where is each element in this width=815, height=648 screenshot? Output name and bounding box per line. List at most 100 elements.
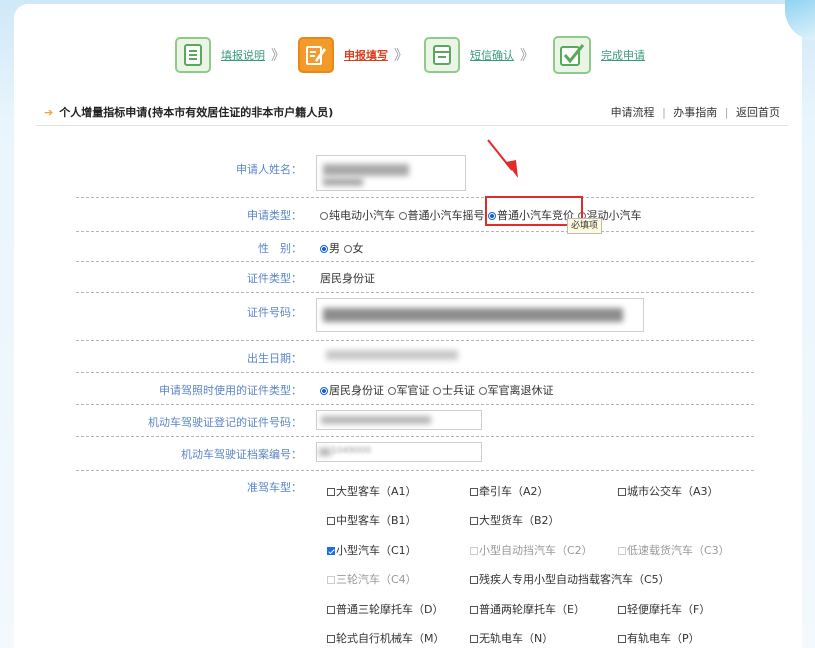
step-arrow: 》 xyxy=(520,48,534,64)
step-instructions[interactable]: 填报说明 》 xyxy=(175,35,285,75)
checkbox-icon xyxy=(327,488,335,496)
checkbox-icon xyxy=(618,606,626,614)
header-links: 申请流程 | 办事指南 | 返回首页 xyxy=(611,104,780,120)
checkbox-icon xyxy=(470,576,478,584)
checkbox-disabled-icon xyxy=(470,547,478,555)
row-application-type: 申请类型： 纯电动小汽车 普通小汽车摇号 普通小汽车竞价 混动小汽车 xyxy=(76,197,754,232)
class-c2: 小型自动挡汽车（C2） xyxy=(470,542,593,558)
field-label: 申请人姓名： xyxy=(236,163,302,176)
class-n[interactable]: 无轨电车（N） xyxy=(470,630,553,646)
step-complete[interactable]: 完成申请 xyxy=(553,35,645,75)
redacted-prefix xyxy=(319,448,331,456)
class-d[interactable]: 普通三轮摩托车（D） xyxy=(327,601,443,617)
row-license-id-type: 申请驾照时使用的证件类型： 居民身份证 军官证 士兵证 军官离退休证 xyxy=(76,372,754,405)
row-license-file-number: 机动车驾驶证档案编号： 1049000 xyxy=(76,436,754,471)
redacted-name xyxy=(323,178,363,186)
checkmark-icon xyxy=(553,36,591,74)
link-guide[interactable]: 办事指南 xyxy=(673,106,717,119)
radio-soldier-card[interactable]: 士兵证 xyxy=(433,384,475,397)
radio-id-card[interactable]: 居民身份证 xyxy=(320,384,384,397)
radio-selected-icon xyxy=(320,387,328,395)
redacted-id-number xyxy=(323,308,623,322)
class-f[interactable]: 轻便摩托车（F） xyxy=(618,601,710,617)
field-label: 出生日期： xyxy=(247,352,302,365)
radio-circle-icon xyxy=(478,387,487,395)
class-a1[interactable]: 大型客车（A1） xyxy=(327,483,417,499)
field-label: 证件号码： xyxy=(247,306,302,319)
field-label: 性 别： xyxy=(258,242,302,255)
radio-retired-officer-card[interactable]: 军官离退休证 xyxy=(478,384,554,397)
class-a2[interactable]: 牵引车（A2） xyxy=(470,483,549,499)
class-c5[interactable]: 残疾人专用小型自动挡载客汽车（C5） xyxy=(470,571,670,587)
step-label: 填报说明 xyxy=(221,49,265,62)
class-c3: 低速载货汽车（C3） xyxy=(618,542,730,558)
field-label: 机动车驾驶证登记的证件号码： xyxy=(148,416,302,429)
radio-pure-electric[interactable]: 纯电动小汽车 xyxy=(320,209,395,222)
radio-female[interactable]: 女 xyxy=(343,242,364,255)
redacted-license-id xyxy=(321,416,431,424)
class-c4: 三轮汽车（C4） xyxy=(327,571,417,587)
radio-circle-icon xyxy=(343,245,352,253)
license-file-value: 1049000 xyxy=(331,446,372,456)
redacted-birth-date xyxy=(326,350,458,360)
row-license-id-number: 机动车驾驶证登记的证件号码： xyxy=(76,404,754,437)
class-p[interactable]: 有轨电车（P） xyxy=(618,630,700,646)
document-icon xyxy=(175,37,211,73)
page-title: ➔ 个人增量指标申请(持本市有效居住证的非本市户籍人员) xyxy=(44,106,334,119)
link-separator: | xyxy=(662,106,666,119)
step-label: 短信确认 xyxy=(470,49,514,62)
gender-radios: 男 女 xyxy=(320,240,364,256)
step-arrow: 》 xyxy=(271,48,285,64)
row-id-number: 证件号码： xyxy=(76,292,754,341)
radio-male[interactable]: 男 xyxy=(320,242,340,255)
field-label: 证件类型： xyxy=(247,272,302,285)
license-file-number-input[interactable]: 1049000 xyxy=(316,442,482,462)
red-arrow-icon xyxy=(487,139,518,178)
name-input[interactable] xyxy=(316,155,466,191)
step-progress: 填报说明 》 申报填写 》 短信确认 》 完成申请 xyxy=(0,35,815,79)
checkbox-icon xyxy=(327,517,335,525)
row-id-type: 证件类型： 居民身份证 xyxy=(76,261,754,293)
class-b1[interactable]: 中型客车（B1） xyxy=(327,512,417,528)
field-label: 申请类型： xyxy=(247,209,302,222)
id-number-input[interactable] xyxy=(316,298,644,332)
class-m[interactable]: 轮式自行机械车（M） xyxy=(327,630,445,646)
link-process[interactable]: 申请流程 xyxy=(611,106,655,119)
step-arrow: 》 xyxy=(394,48,408,64)
row-gender: 性 别： 男 女 xyxy=(76,231,754,262)
link-separator: | xyxy=(724,106,729,119)
class-b2[interactable]: 大型货车（B2） xyxy=(470,512,560,528)
checkbox-icon xyxy=(470,488,478,496)
checkbox-icon xyxy=(327,635,335,643)
checkbox-checked-icon xyxy=(327,547,335,555)
checkbox-icon xyxy=(618,488,626,496)
edit-form-icon xyxy=(298,37,334,73)
class-c1[interactable]: 小型汽车（C1） xyxy=(327,542,417,558)
radio-selected-icon xyxy=(320,245,328,253)
link-home[interactable]: 返回首页 xyxy=(736,106,780,119)
license-id-number-input[interactable] xyxy=(316,410,482,430)
field-label: 申请驾照时使用的证件类型： xyxy=(159,384,302,397)
checkbox-disabled-icon xyxy=(327,576,335,584)
checkbox-icon xyxy=(470,517,478,525)
checkbox-icon xyxy=(618,635,626,643)
section-header: ➔ 个人增量指标申请(持本市有效居住证的非本市户籍人员) 申请流程 | 办事指南 … xyxy=(36,95,788,126)
step-fill-form[interactable]: 申报填写 》 xyxy=(298,35,408,75)
checkbox-icon xyxy=(470,635,478,643)
sms-icon xyxy=(424,37,460,73)
step-label: 完成申请 xyxy=(601,49,645,62)
class-e[interactable]: 普通两轮摩托车（E） xyxy=(470,601,585,617)
radio-circle-icon xyxy=(387,387,396,395)
license-id-type-radios: 居民身份证 军官证 士兵证 军官离退休证 xyxy=(320,382,554,398)
field-label: 准驾车型： xyxy=(247,481,302,494)
class-a3[interactable]: 城市公交车（A3） xyxy=(618,483,719,499)
radio-officer-card[interactable]: 军官证 xyxy=(387,384,430,397)
step-sms-confirm[interactable]: 短信确认 》 xyxy=(424,35,534,75)
arrow-right-icon: ➔ xyxy=(44,106,54,119)
field-label: 机动车驾驶证档案编号： xyxy=(181,448,302,461)
radio-circle-icon xyxy=(320,212,328,220)
id-type-value: 居民身份证 xyxy=(320,272,375,285)
radio-lottery[interactable]: 普通小汽车摇号 xyxy=(398,209,485,222)
row-applicant-name: 申请人姓名： xyxy=(76,145,754,198)
checkbox-disabled-icon xyxy=(618,547,626,555)
